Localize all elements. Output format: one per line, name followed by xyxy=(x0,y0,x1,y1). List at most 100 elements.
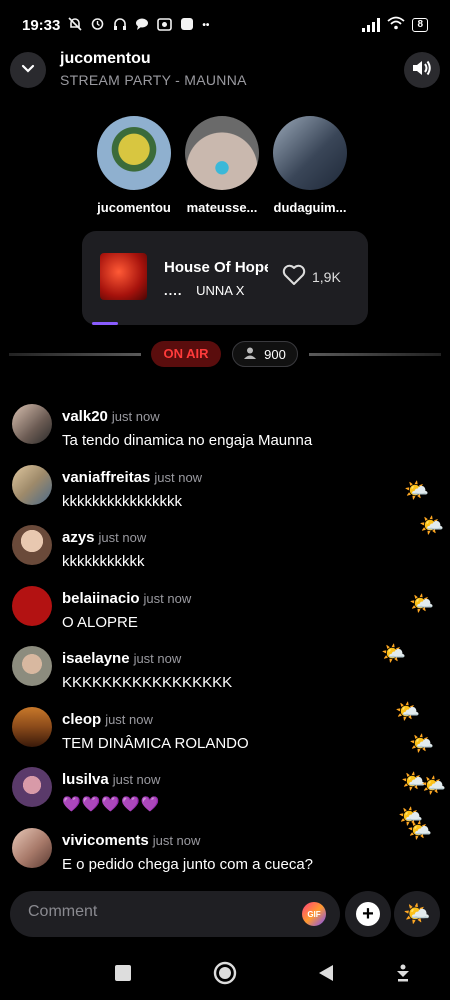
chat-text: kkkkkkkkkkk xyxy=(62,553,145,570)
download-arrow-icon xyxy=(397,964,409,982)
avatar[interactable] xyxy=(12,585,52,626)
chat-username[interactable]: belaiinacio xyxy=(62,590,140,607)
host-name: dudaguim... xyxy=(273,200,347,215)
chat-text: Ta tendo dinamica no engaja Maunna xyxy=(62,432,313,449)
album-art xyxy=(100,253,147,300)
chat-message: vaniaffreitas just now kkkkkkkkkkkkkkkk xyxy=(12,464,432,526)
now-playing-card[interactable]: House Of Hope .... UNNA X 1,9K xyxy=(82,231,368,325)
chat-username[interactable]: vivicoments xyxy=(62,832,149,849)
chat-timestamp: just now xyxy=(105,711,153,727)
avatar[interactable] xyxy=(12,646,52,686)
clock: 19:33 xyxy=(22,16,61,34)
avatar xyxy=(273,116,347,190)
system-nav-bar xyxy=(0,955,450,995)
chat-text: KKKKKKKKKKKKKKKKK xyxy=(62,674,233,691)
status-bar: 19:33 •• 8 xyxy=(0,0,450,54)
more-notifications: •• xyxy=(202,19,210,31)
back-button[interactable] xyxy=(317,963,335,983)
chat-username[interactable]: lusilva xyxy=(62,771,109,788)
floating-reaction: 🌤️ xyxy=(404,480,429,502)
home-button[interactable] xyxy=(213,961,237,985)
volume-button[interactable] xyxy=(404,52,440,88)
person-icon xyxy=(244,347,257,362)
floating-reaction: 🌤️ xyxy=(395,701,420,723)
chat-timestamp: just now xyxy=(111,409,160,424)
avatar[interactable] xyxy=(12,706,52,747)
add-button[interactable]: + xyxy=(345,891,391,937)
chat-text: E o pedido chega junto com a cueca? xyxy=(62,855,314,873)
chat-message: vivicoments just now E o pedido chega jun… xyxy=(12,827,432,889)
header: jucomentou STREAM PARTY - MAUNNA xyxy=(10,50,440,90)
alarm-icon xyxy=(90,16,105,34)
chat-username[interactable]: vaniaffreitas xyxy=(62,469,150,486)
wifi-icon xyxy=(387,16,406,33)
chat-message: belaiinacio just now O ALOPRE xyxy=(12,585,432,647)
reaction-button[interactable]: 🌤️ xyxy=(394,891,440,937)
divider xyxy=(309,353,441,356)
avatar xyxy=(97,116,171,190)
like-button[interactable]: 1,9K xyxy=(282,264,341,289)
avatar[interactable] xyxy=(12,464,52,505)
back-triangle-icon xyxy=(319,965,333,981)
artist-name: UNNA X xyxy=(196,283,245,298)
chat-timestamp: just now xyxy=(133,651,182,666)
chat-message: azys just now kkkkkkkkkkk xyxy=(12,525,432,586)
speaker-icon xyxy=(411,58,433,83)
accessibility-button[interactable] xyxy=(395,964,411,982)
chat-username[interactable]: azys xyxy=(62,529,95,546)
chat-timestamp: just now xyxy=(152,832,201,848)
host-name: jucomentou xyxy=(97,200,171,215)
host-item[interactable]: jucomentou xyxy=(96,116,172,215)
sun-cloud-icon: 🌤️ xyxy=(403,901,431,926)
chat-message: isaelayne just now KKKKKKKKKKKKKKKKK xyxy=(12,646,432,707)
chat-message: valk20 just now Ta tendo dinamica no enga… xyxy=(12,404,432,465)
host-item[interactable]: mateusse... xyxy=(184,116,260,215)
floating-reaction: 🌤️ xyxy=(421,775,446,797)
host-item[interactable]: dudaguim... xyxy=(272,116,348,215)
collapse-button[interactable] xyxy=(10,52,46,88)
on-air-badge: ON AIR xyxy=(151,341,221,367)
avatar[interactable] xyxy=(12,525,52,565)
chat-text: kkkkkkkkkkkkkkkk xyxy=(62,492,182,510)
chat-message: lusilva just now 💜💜💜💜💜 xyxy=(12,767,432,828)
avatar[interactable] xyxy=(12,827,52,868)
chat-username[interactable]: cleop xyxy=(62,711,101,728)
like-count: 1,9K xyxy=(312,268,341,285)
comment-box: GIF xyxy=(10,891,340,937)
square-icon xyxy=(115,965,131,981)
divider xyxy=(9,353,141,356)
square-icon xyxy=(180,17,194,34)
headphones-icon xyxy=(113,17,127,34)
floating-reaction: 🌤️ xyxy=(409,593,434,615)
page-subtitle: STREAM PARTY - MAUNNA xyxy=(60,72,247,88)
avatar[interactable] xyxy=(12,404,52,444)
chat-username[interactable]: isaelayne xyxy=(62,650,130,667)
host-name: mateusse... xyxy=(186,200,258,215)
chevron-down-icon xyxy=(21,61,35,79)
floating-reaction: 🌤️ xyxy=(381,643,406,665)
chat-timestamp: just now xyxy=(112,772,161,787)
song-title: House Of Hope xyxy=(164,259,268,276)
heart-icon xyxy=(282,264,306,289)
plus-icon: + xyxy=(356,902,380,926)
chat-username[interactable]: valk20 xyxy=(62,408,108,425)
floating-reaction: 🌤️ xyxy=(409,733,434,755)
chat-timestamp: just now xyxy=(154,469,203,485)
bell-off-icon xyxy=(68,16,82,34)
avatar[interactable] xyxy=(12,767,52,807)
host-list: jucomentou mateusse... dudaguim... xyxy=(96,116,348,215)
signal-icon xyxy=(362,17,381,32)
gif-button[interactable]: GIF xyxy=(302,902,326,926)
page-title: jucomentou xyxy=(60,50,151,67)
floating-reaction: 🌤️ xyxy=(407,820,432,842)
chat-bubble-icon xyxy=(135,17,149,34)
viewer-count-value: 900 xyxy=(264,346,286,362)
playback-progress xyxy=(92,322,118,325)
chat-timestamp: just now xyxy=(98,530,147,545)
comment-input[interactable] xyxy=(28,903,288,921)
floating-reaction: 🌤️ xyxy=(419,515,444,537)
viewer-count: 900 xyxy=(232,341,298,367)
recents-button[interactable] xyxy=(114,964,132,982)
home-circle-icon xyxy=(213,961,237,985)
chat-list: valk20 just now Ta tendo dinamica no enga… xyxy=(12,404,432,888)
